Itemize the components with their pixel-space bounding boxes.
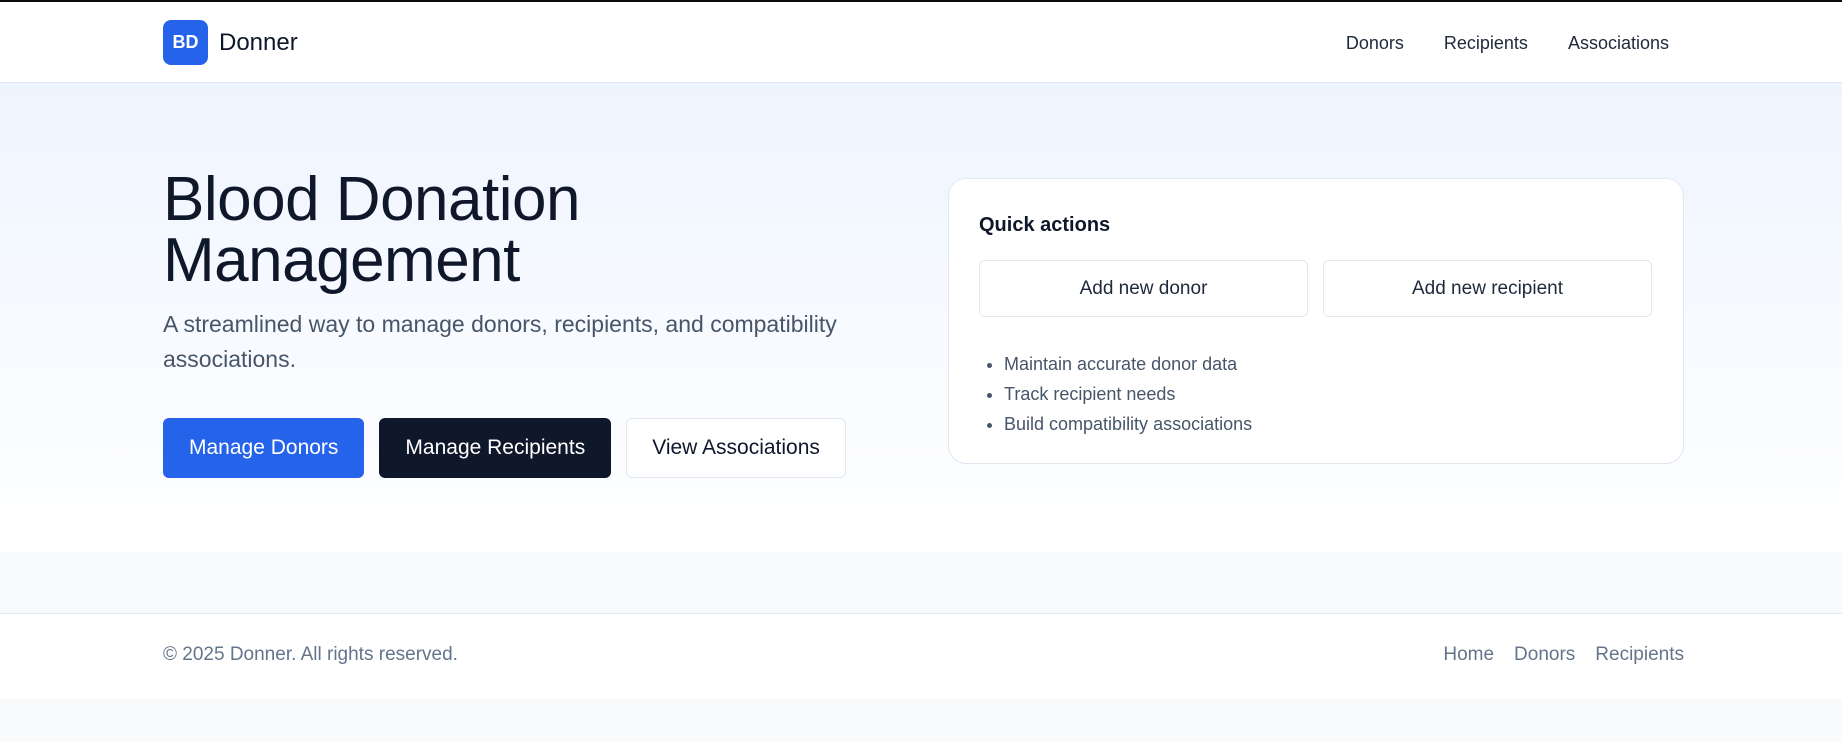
page-title-line-2: Management <box>163 226 520 295</box>
list-item: Maintain accurate donor data <box>1004 349 1653 379</box>
top-navbar: BD Donner Donors Recipients Associations <box>0 2 1842 83</box>
footer-nav: Home Donors Recipients <box>1443 644 1684 666</box>
footer: © 2025 Donner. All rights reserved. Home… <box>0 613 1842 699</box>
manage-donors-button[interactable]: Manage Donors <box>163 418 365 478</box>
quick-actions-title: Quick actions <box>979 214 1111 236</box>
features-list: Maintain accurate donor data Track recip… <box>979 349 1653 439</box>
quick-actions-buttons: Add new donor Add new recipient <box>979 260 1653 317</box>
manage-recipients-button[interactable]: Manage Recipients <box>379 418 612 478</box>
view-associations-button[interactable]: View Associations <box>626 418 846 478</box>
footer-link-home[interactable]: Home <box>1443 644 1494 666</box>
nav-link-associations[interactable]: Associations <box>1568 33 1669 54</box>
page-bottom <box>0 699 1842 742</box>
hero-actions: Manage Donors Manage Recipients View Ass… <box>163 418 863 478</box>
nav-link-recipients[interactable]: Recipients <box>1444 33 1528 54</box>
list-item: Build compatibility associations <box>1004 409 1653 439</box>
main-nav: Donors Recipients Associations <box>1346 33 1669 54</box>
brand-name: Donner <box>219 28 298 56</box>
nav-link-donors[interactable]: Donors <box>1346 33 1404 54</box>
footer-link-recipients[interactable]: Recipients <box>1595 644 1684 666</box>
quick-actions-card: Quick actions Add new donor Add new reci… <box>948 178 1684 464</box>
add-new-donor-button[interactable]: Add new donor <box>979 260 1308 317</box>
list-item: Track recipient needs <box>1004 379 1653 409</box>
footer-link-donors[interactable]: Donors <box>1514 644 1575 666</box>
page-title-line-1: Blood Donation <box>163 165 580 234</box>
content-spacer <box>0 552 1842 613</box>
hero-subtitle: A streamlined way to manage donors, reci… <box>163 311 837 372</box>
hero-content: Blood Donation Management A streamlined … <box>163 169 863 478</box>
page-title: Blood Donation Management <box>163 169 863 292</box>
hero-section: Blood Donation Management A streamlined … <box>0 83 1842 552</box>
copyright-text: © 2025 Donner. All rights reserved. <box>163 644 458 665</box>
brand[interactable]: BD Donner <box>163 20 298 65</box>
brand-logo: BD <box>163 20 208 65</box>
add-new-recipient-button[interactable]: Add new recipient <box>1323 260 1652 317</box>
